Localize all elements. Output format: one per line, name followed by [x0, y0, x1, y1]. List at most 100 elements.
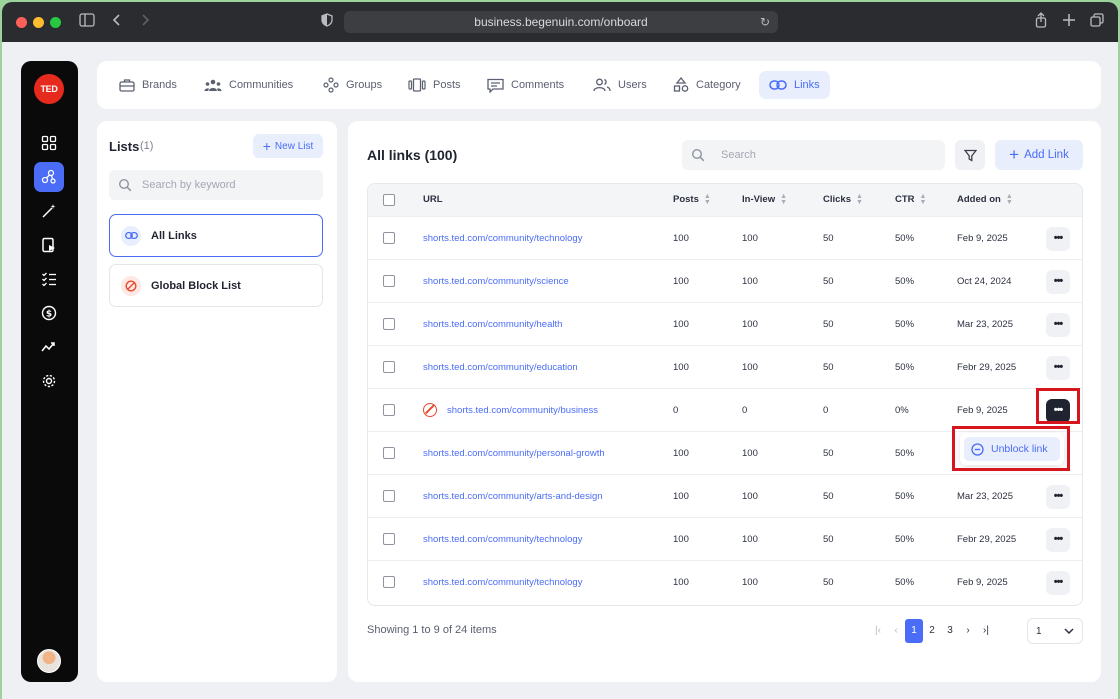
first-page-button[interactable]: |‹ — [869, 619, 887, 643]
row-checkbox[interactable] — [383, 232, 395, 244]
minimize-window-button[interactable] — [33, 17, 44, 28]
next-page-button[interactable]: › — [959, 619, 977, 643]
row-url-link[interactable]: shorts.ted.com/community/health — [423, 303, 562, 346]
tab-communities[interactable]: Communities — [194, 71, 303, 99]
table-row[interactable]: shorts.ted.com/community/science 100 100… — [368, 259, 1082, 302]
sort-icon[interactable]: ▲ ▼ — [1006, 193, 1013, 206]
column-header-clicks[interactable]: Clicks ▲ ▼ — [823, 184, 863, 216]
row-posts: 0 — [673, 405, 679, 416]
network-nav-button[interactable] — [34, 162, 64, 192]
tab-comments[interactable]: Comments — [477, 71, 574, 99]
add-link-button[interactable]: + Add Link — [995, 140, 1083, 170]
row-checkbox[interactable] — [383, 361, 395, 373]
row-checkbox[interactable] — [383, 490, 395, 502]
tab-links[interactable]: Links — [759, 71, 830, 99]
row-checkbox[interactable] — [383, 447, 395, 459]
table-row[interactable]: shorts.ted.com/community/health 100 100 … — [368, 302, 1082, 345]
row-more-button[interactable]: ••• — [1046, 528, 1070, 552]
maximize-window-button[interactable] — [50, 17, 61, 28]
column-header-url[interactable]: URL — [423, 184, 443, 216]
highlight-box-more-button — [1036, 388, 1080, 424]
tab-posts[interactable]: Posts — [398, 71, 471, 99]
sort-icon[interactable]: ▲ ▼ — [856, 193, 863, 206]
row-more-button[interactable]: ••• — [1046, 227, 1070, 251]
column-header-in-view[interactable]: In-View ▲ ▼ — [742, 184, 787, 216]
forward-icon[interactable] — [140, 12, 150, 32]
row-checkbox[interactable] — [383, 404, 395, 416]
filter-button[interactable] — [955, 140, 985, 170]
new-tab-icon[interactable] — [1062, 12, 1076, 32]
pagination-summary: Showing 1 to 9 of 24 items — [367, 624, 497, 636]
table-row[interactable]: shorts.ted.com/community/arts-and-design… — [368, 474, 1082, 517]
row-more-button[interactable]: ••• — [1046, 270, 1070, 294]
share-icon[interactable] — [1035, 12, 1047, 33]
plus-icon: + — [262, 138, 271, 154]
sidebar-toggle-icon[interactable] — [79, 12, 95, 32]
row-more-button[interactable]: ••• — [1046, 485, 1070, 509]
tab-overview-icon[interactable] — [1090, 12, 1104, 32]
tab-brands[interactable]: Brands — [109, 71, 187, 99]
settings-nav-button[interactable] — [34, 366, 64, 396]
table-row[interactable]: shorts.ted.com/community/technology 100 … — [368, 216, 1082, 259]
privacy-shield-icon[interactable] — [321, 12, 333, 32]
top-navigation: Brands Communities Groups Posts Comments… — [97, 61, 1101, 109]
reload-icon[interactable]: ↻ — [760, 11, 770, 33]
row-more-button[interactable]: ••• — [1046, 571, 1070, 595]
column-header-posts[interactable]: Posts ▲ ▼ — [673, 184, 711, 216]
back-icon[interactable] — [112, 12, 122, 32]
row-checkbox[interactable] — [383, 576, 395, 588]
table-row[interactable]: shorts.ted.com/community/technology 100 … — [368, 560, 1082, 603]
page-button-1[interactable]: 1 — [905, 619, 923, 643]
row-url-link[interactable]: shorts.ted.com/community/education — [423, 346, 578, 389]
tab-users[interactable]: Users — [583, 71, 657, 99]
row-checkbox[interactable] — [383, 533, 395, 545]
column-header-ctr[interactable]: CTR ▲ ▼ — [895, 184, 926, 216]
billing-nav-button[interactable]: $ — [34, 298, 64, 328]
row-checkbox[interactable] — [383, 275, 395, 287]
tasks-nav-button[interactable] — [34, 264, 64, 294]
table-row[interactable]: shorts.ted.com/community/technology 100 … — [368, 517, 1082, 560]
network-icon — [41, 169, 56, 184]
list-item-all-links[interactable]: All Links — [109, 214, 323, 257]
column-header-added-on[interactable]: Added on ▲ ▼ — [957, 184, 1013, 216]
row-url-link[interactable]: shorts.ted.com/community/business — [447, 389, 598, 432]
row-url-link[interactable]: shorts.ted.com/community/arts-and-design — [423, 475, 603, 518]
row-in-view: 100 — [742, 534, 758, 545]
dashboard-nav-button[interactable] — [34, 128, 64, 158]
table-row[interactable]: shorts.ted.com/community/education 100 1… — [368, 345, 1082, 388]
tab-category[interactable]: Category — [663, 71, 751, 99]
links-search-input[interactable] — [721, 149, 881, 161]
row-url-link[interactable]: shorts.ted.com/community/technology — [423, 561, 582, 604]
new-list-button[interactable]: + New List — [253, 134, 323, 158]
page-button-2[interactable]: 2 — [923, 619, 941, 643]
close-window-button[interactable] — [16, 17, 27, 28]
table-row-blocked[interactable]: shorts.ted.com/community/business 0 0 0 … — [368, 388, 1082, 431]
list-item-global-block-list[interactable]: Global Block List — [109, 264, 323, 307]
address-bar[interactable]: business.begenuin.com/onboard ↻ — [344, 11, 778, 33]
ted-logo[interactable]: TED — [34, 74, 64, 104]
lists-count: (1) — [140, 140, 154, 152]
row-url-link[interactable]: shorts.ted.com/community/personal-growth — [423, 432, 605, 475]
video-nav-button[interactable] — [34, 230, 64, 260]
user-avatar[interactable] — [37, 649, 61, 673]
magic-nav-button[interactable] — [34, 196, 64, 226]
row-added-on: Febr 29, 2025 — [957, 534, 1017, 545]
tab-label: Links — [794, 79, 820, 91]
last-page-button[interactable]: ›| — [977, 619, 995, 643]
select-all-checkbox[interactable] — [383, 194, 395, 206]
tab-groups[interactable]: Groups — [313, 71, 392, 99]
page-select[interactable]: 1 — [1027, 618, 1083, 644]
sort-icon[interactable]: ▲ ▼ — [920, 193, 927, 206]
page-button-3[interactable]: 3 — [941, 619, 959, 643]
row-url-link[interactable]: shorts.ted.com/community/science — [423, 260, 569, 303]
lists-search-input[interactable] — [142, 179, 302, 191]
row-checkbox[interactable] — [383, 318, 395, 330]
analytics-nav-button[interactable] — [34, 332, 64, 362]
prev-page-button[interactable]: ‹ — [887, 619, 905, 643]
sort-icon[interactable]: ▲ ▼ — [704, 193, 711, 206]
row-url-link[interactable]: shorts.ted.com/community/technology — [423, 217, 582, 260]
row-more-button[interactable]: ••• — [1046, 313, 1070, 337]
row-url-link[interactable]: shorts.ted.com/community/technology — [423, 518, 582, 561]
sort-icon[interactable]: ▲ ▼ — [780, 193, 787, 206]
row-more-button[interactable]: ••• — [1046, 356, 1070, 380]
